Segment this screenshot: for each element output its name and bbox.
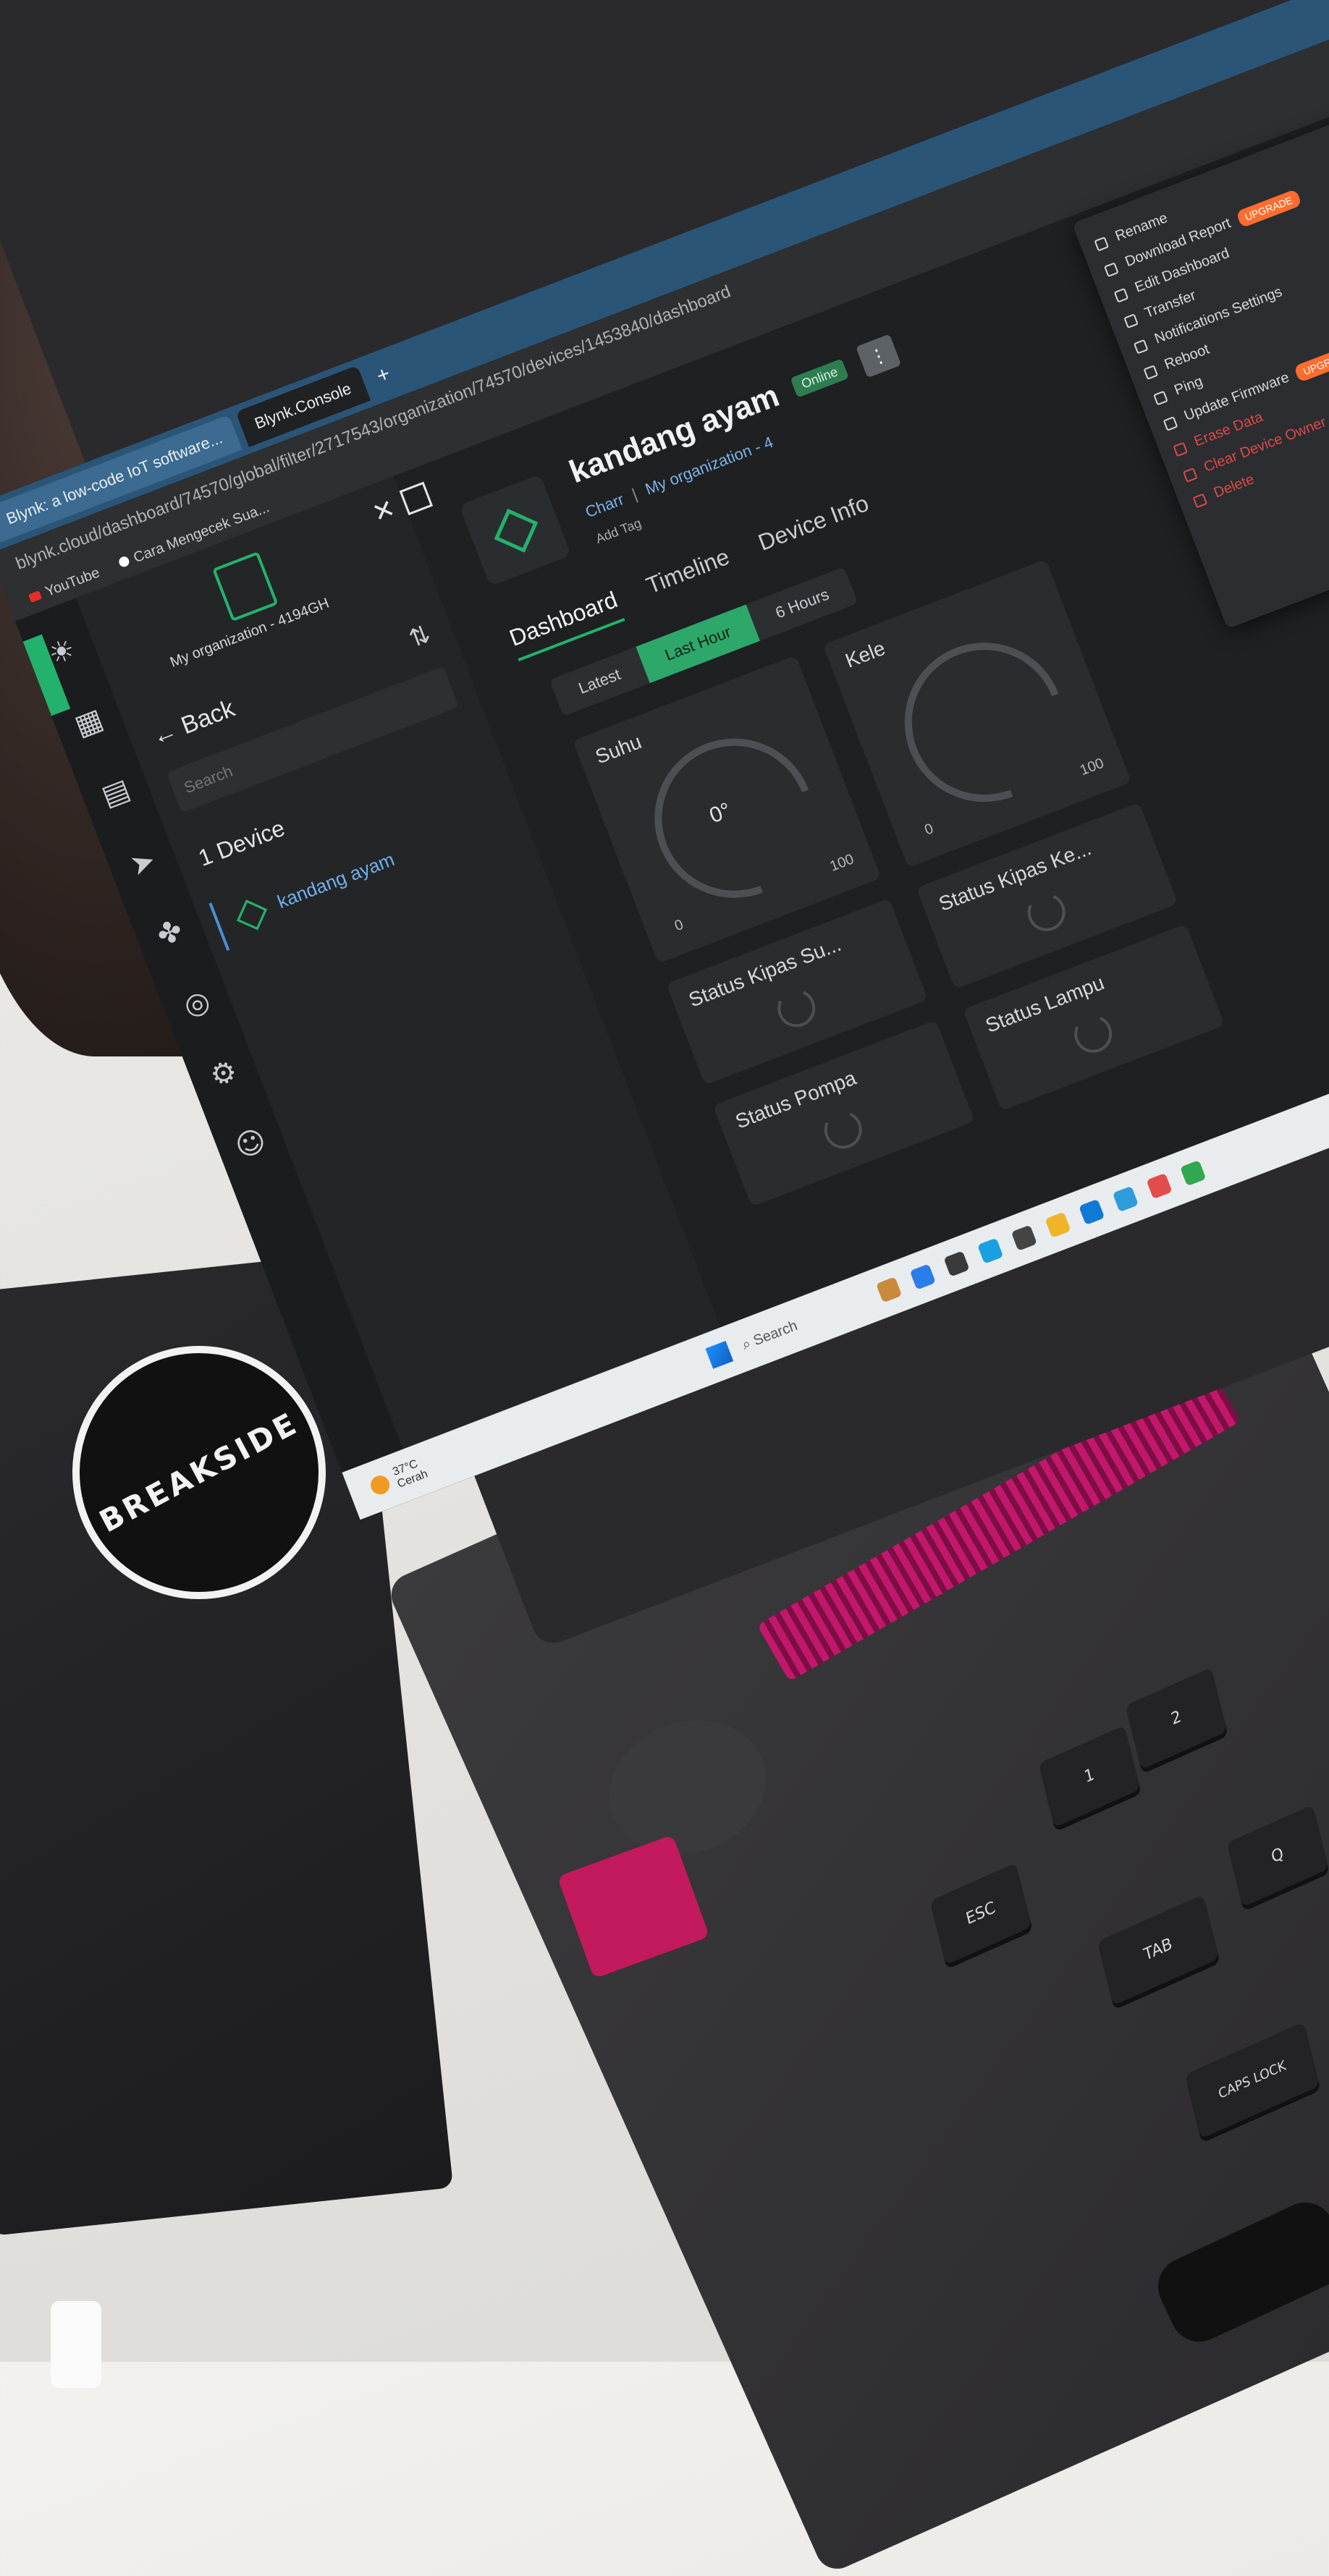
menu-item-label: Ping	[1172, 373, 1205, 399]
pets-icon[interactable]: ✤	[148, 912, 191, 954]
youtube-icon	[28, 590, 42, 603]
gauge-max: 100	[1078, 755, 1107, 779]
widget-label: Suhu	[592, 730, 645, 768]
sort-icon[interactable]: ⇅	[405, 619, 434, 654]
weather-sun-icon	[368, 1473, 392, 1498]
gauge-max: 100	[827, 851, 856, 875]
user-icon[interactable]: ☺	[229, 1122, 272, 1165]
gauge-widget-kele: Kele 0 100	[822, 559, 1131, 868]
taskbar-app-icon[interactable]	[1146, 1173, 1173, 1200]
taskbar-app-icon[interactable]	[1112, 1186, 1139, 1213]
device-menu-button[interactable]: ⋮	[856, 334, 902, 378]
tab-timeline[interactable]: Timeline	[643, 543, 737, 609]
meta-separator: |	[629, 485, 640, 504]
gauge-min: 0	[922, 821, 936, 839]
widget-label: Status Kipas Ke...	[935, 836, 1094, 915]
taskbar-app-icon[interactable]	[909, 1263, 936, 1290]
gauge-arc	[879, 617, 1090, 828]
google-icon	[117, 554, 130, 569]
taskbar-app-icon[interactable]	[1045, 1211, 1071, 1239]
loading-spinner-icon	[819, 1105, 868, 1155]
device-search-input[interactable]	[166, 666, 459, 813]
gauge-widget-suhu: Suhu 0° 0 100	[573, 655, 882, 964]
taskbar-app-icon[interactable]	[976, 1237, 1003, 1264]
taskbar-app-icon[interactable]	[943, 1250, 970, 1277]
windows-start-icon[interactable]	[705, 1341, 733, 1369]
widget-label: Kele	[842, 636, 889, 672]
device-cube-icon	[459, 474, 572, 587]
weather-widget[interactable]: 37°C Cerah	[391, 1456, 430, 1491]
taskbar-app-icon[interactable]	[1179, 1160, 1206, 1187]
device-name: kandang ayam	[274, 848, 397, 913]
target-icon[interactable]: ◎	[175, 982, 218, 1025]
send-icon[interactable]: ➤	[122, 842, 164, 884]
device-list-item[interactable]: kandang ayam	[195, 787, 531, 956]
add-tag-button[interactable]: Add Tag	[594, 516, 644, 547]
new-tab-button[interactable]: +	[366, 359, 400, 391]
loading-spinner-icon	[1022, 888, 1071, 937]
gauge-arc	[629, 713, 840, 923]
device-count: 1 Device	[195, 814, 289, 872]
taskbar-app-icon[interactable]	[875, 1276, 902, 1303]
taskbar-search-label: Search	[751, 1317, 800, 1349]
range-last-hour[interactable]: Last Hour	[636, 604, 761, 684]
tab-dashboard[interactable]: Dashboard	[505, 586, 625, 661]
taskbar-app-icon[interactable]	[1011, 1224, 1037, 1251]
document-icon[interactable]: ▤	[94, 771, 137, 814]
grid-icon[interactable]: ▦	[67, 701, 110, 744]
settings-icon[interactable]: ⚙	[202, 1052, 245, 1095]
selected-indicator	[208, 902, 230, 952]
range-latest[interactable]: Latest	[549, 647, 650, 716]
back-button[interactable]: ← Back	[148, 695, 239, 752]
status-badge: Online	[790, 358, 849, 398]
loading-spinner-icon	[1068, 1009, 1118, 1059]
widget-label: Status Kipas Su...	[685, 932, 845, 1012]
owner-link[interactable]: Charr	[583, 490, 626, 521]
gauge-min: 0	[672, 916, 686, 935]
loading-spinner-icon	[772, 983, 821, 1033]
tab-device-info[interactable]: Device Info	[754, 490, 876, 566]
device-cube-icon	[236, 899, 268, 931]
range-6-hours[interactable]: 6 Hours	[746, 567, 858, 640]
power-plug	[51, 2301, 101, 2388]
org-logo	[212, 551, 279, 622]
taskbar-app-icon[interactable]	[1078, 1198, 1105, 1226]
